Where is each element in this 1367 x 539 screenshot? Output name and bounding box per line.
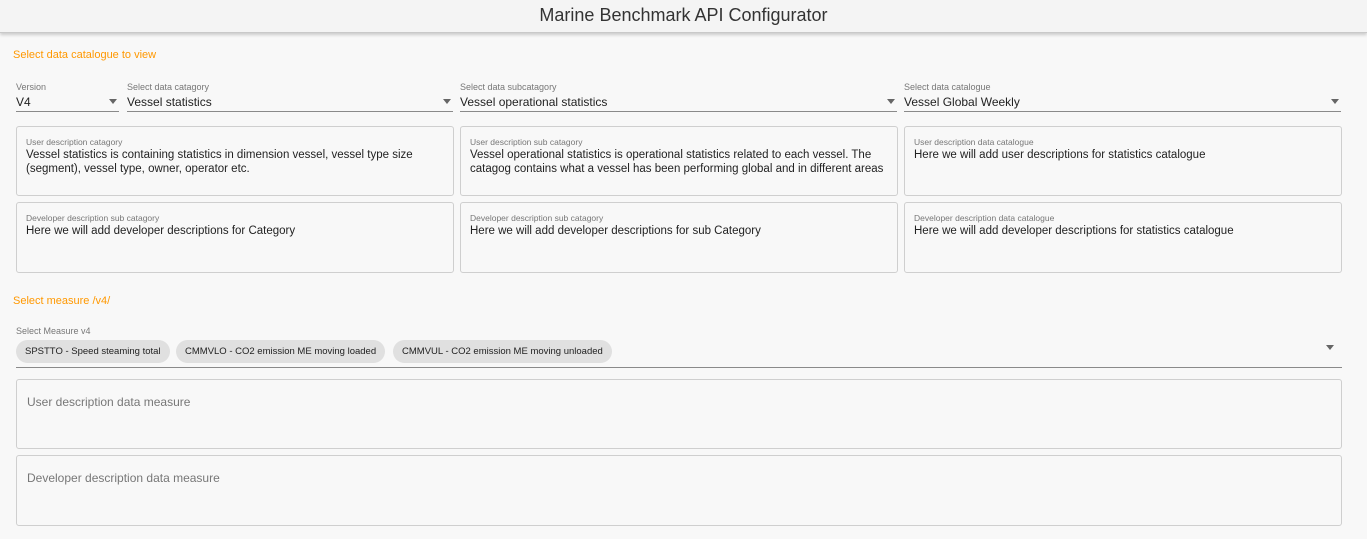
arrow-drop-down-icon bbox=[1331, 99, 1339, 104]
user-description-catalogue-text: Here we will add user descriptions for s… bbox=[914, 149, 1206, 161]
version-select-label: Version bbox=[16, 82, 47, 92]
arrow-drop-down-icon bbox=[109, 99, 117, 104]
developer-description-catalogue-text: Here we will add developer descriptions … bbox=[914, 225, 1234, 237]
user-description-category-label: User description catagory bbox=[26, 137, 123, 147]
developer-description-catalogue-label: Developer description data catalogue bbox=[914, 213, 1055, 223]
subcategory-select[interactable]: Select data subcatagory Vessel operation… bbox=[460, 82, 897, 112]
user-description-subcategory-text: Vessel operational statistics is operati… bbox=[470, 149, 884, 175]
developer-description-category-field[interactable]: Developer description sub catagory Here … bbox=[16, 202, 454, 273]
version-select[interactable]: Version V4 bbox=[16, 82, 119, 112]
developer-description-catalogue-field[interactable]: Developer description data catalogue Her… bbox=[904, 202, 1342, 273]
app-header: Marine Benchmark API Configurator bbox=[0, 0, 1367, 33]
measure-chip[interactable]: CMMVUL - CO2 emission ME moving unloaded bbox=[393, 340, 612, 363]
developer-description-category-text: Here we will add developer descriptions … bbox=[26, 225, 296, 237]
app-title: Marine Benchmark API Configurator bbox=[539, 5, 828, 25]
user-description-subcategory-field[interactable]: User description sub catagory Vessel ope… bbox=[460, 126, 898, 196]
arrow-drop-down-icon bbox=[887, 99, 895, 104]
developer-description-measure-placeholder: Developer description data measure bbox=[27, 471, 220, 485]
catalogue-section-label: Select data catalogue to view bbox=[13, 49, 157, 61]
user-description-subcategory-label: User description sub catagory bbox=[470, 137, 583, 147]
measure-chip[interactable]: CMMVLO - CO2 emission ME moving loaded bbox=[176, 340, 386, 363]
user-description-catalogue-field[interactable]: User description data catalogue Here we … bbox=[904, 126, 1342, 196]
subcategory-select-label: Select data subcatagory bbox=[460, 82, 557, 92]
developer-description-category-label: Developer description sub catagory bbox=[26, 213, 160, 223]
developer-description-subcategory-field[interactable]: Developer description sub catagory Here … bbox=[460, 202, 898, 273]
user-description-category-field[interactable]: User description catagory Vessel statist… bbox=[16, 126, 454, 196]
developer-description-measure-field[interactable]: Developer description data measure bbox=[16, 455, 1342, 526]
measure-select-label: Select Measure v4 bbox=[16, 326, 91, 336]
catalogue-select[interactable]: Select data catalogue Vessel Global Week… bbox=[904, 82, 1341, 112]
developer-description-subcategory-label: Developer description sub catagory bbox=[470, 213, 604, 223]
measure-section-label: Select measure /v4/ bbox=[13, 295, 111, 307]
version-select-value: V4 bbox=[16, 95, 31, 109]
arrow-drop-down-icon bbox=[443, 99, 451, 104]
measure-select[interactable]: Select Measure v4 SPSTTO - Speed steamin… bbox=[16, 325, 1342, 368]
subcategory-select-value: Vessel operational statistics bbox=[460, 95, 608, 109]
measure-chip[interactable]: SPSTTO - Speed steaming total bbox=[16, 340, 170, 363]
category-select-label: Select data catagory bbox=[127, 82, 210, 92]
catalogue-select-value: Vessel Global Weekly bbox=[904, 95, 1020, 109]
developer-description-subcategory-text: Here we will add developer descriptions … bbox=[470, 225, 761, 237]
catalogue-select-label: Select data catalogue bbox=[904, 82, 991, 92]
arrow-drop-down-icon[interactable] bbox=[1326, 345, 1334, 350]
user-description-catalogue-label: User description data catalogue bbox=[914, 137, 1034, 147]
category-select-value: Vessel statistics bbox=[127, 95, 212, 109]
user-description-measure-field[interactable]: User description data measure bbox=[16, 379, 1342, 449]
category-select[interactable]: Select data catagory Vessel statistics bbox=[127, 82, 453, 112]
user-description-measure-placeholder: User description data measure bbox=[27, 395, 191, 409]
user-description-category-text: Vessel statistics is containing statisti… bbox=[26, 149, 413, 175]
